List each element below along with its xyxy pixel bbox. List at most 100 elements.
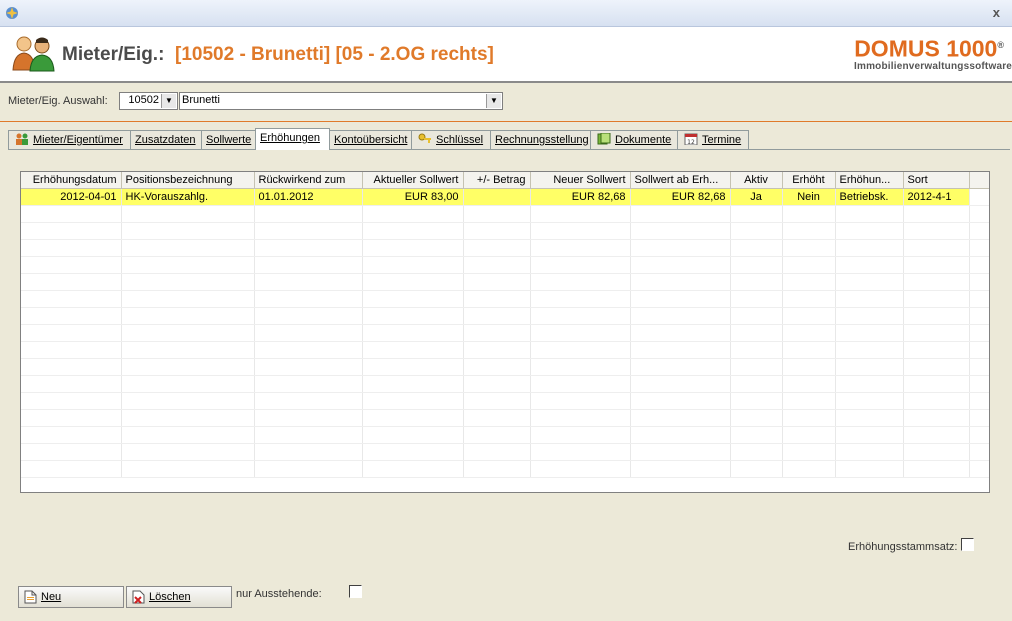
- empty-cell: [630, 239, 731, 257]
- cell-target-from[interactable]: EUR 82,68: [630, 188, 731, 206]
- tab-erhoehungen[interactable]: Erhöhungen: [255, 128, 330, 150]
- cell-raised[interactable]: Nein: [782, 188, 836, 206]
- pending-only-checkbox[interactable]: [349, 585, 362, 598]
- empty-cell: [630, 324, 731, 342]
- column-header[interactable]: Aktueller Sollwert: [362, 172, 464, 189]
- empty-cell: [782, 222, 836, 240]
- empty-cell: [463, 443, 531, 461]
- empty-cell: [730, 426, 783, 444]
- column-header[interactable]: +/- Betrag: [463, 172, 531, 189]
- column-header[interactable]: Erhöhungsdatum: [21, 172, 122, 189]
- empty-cell: [21, 307, 122, 325]
- column-header[interactable]: Aktiv: [730, 172, 783, 189]
- empty-cell: [463, 273, 531, 291]
- close-icon[interactable]: x: [993, 5, 1000, 20]
- table-row[interactable]: 2012-04-01 HK-Vorauszahlg. 01.01.2012 EU…: [21, 188, 989, 206]
- tab-termine[interactable]: 12 Termine: [677, 130, 749, 149]
- new-document-icon: [24, 590, 37, 604]
- empty-cell: [463, 375, 531, 393]
- empty-cell: [254, 256, 363, 274]
- delete-button[interactable]: Löschen: [126, 586, 232, 608]
- empty-cell: [463, 341, 531, 359]
- cell-date[interactable]: 2012-04-01: [21, 188, 122, 206]
- tab-schluessel[interactable]: Schlüssel: [411, 130, 491, 149]
- tab-dokumente[interactable]: Dokumente: [590, 130, 678, 149]
- empty-cell: [530, 307, 631, 325]
- tab-zusatzdaten[interactable]: Zusatzdaten: [130, 130, 202, 149]
- table-row-empty: [21, 392, 989, 410]
- cell-increase-type[interactable]: Betriebsk.: [835, 188, 904, 206]
- empty-cell: [835, 358, 904, 376]
- empty-cell: [730, 460, 783, 478]
- empty-cell: [21, 443, 122, 461]
- cell-retroactive[interactable]: 01.01.2012: [254, 188, 363, 206]
- empty-cell: [121, 290, 255, 308]
- cell-sort[interactable]: 2012-4-1: [903, 188, 970, 206]
- column-header[interactable]: Sollwert ab Erh...: [630, 172, 731, 189]
- empty-cell: [254, 290, 363, 308]
- cell-delta[interactable]: [463, 188, 531, 206]
- empty-cell: [121, 256, 255, 274]
- empty-cell: [782, 290, 836, 308]
- tab-kontouebersicht[interactable]: Kontoübersicht: [329, 130, 412, 149]
- empty-cell: [782, 392, 836, 410]
- empty-cell: [630, 341, 731, 359]
- page-title-value: [10502 - Brunetti] [05 - 2.OG rechts]: [175, 44, 494, 65]
- empty-cell: [730, 358, 783, 376]
- delete-document-icon: [132, 590, 145, 604]
- empty-cell: [730, 222, 783, 240]
- empty-cell: [121, 426, 255, 444]
- calendar-icon: 12: [684, 133, 698, 145]
- table-row-empty: [21, 375, 989, 393]
- column-header[interactable]: Erhöhun...: [835, 172, 904, 189]
- logo-tagline: Immobilienverwaltungssoftware: [854, 60, 1012, 72]
- new-button[interactable]: Neu: [18, 586, 124, 608]
- empty-cell: [782, 358, 836, 376]
- cell-active[interactable]: Ja: [730, 188, 783, 206]
- empty-cell: [530, 443, 631, 461]
- column-header[interactable]: Sort: [903, 172, 970, 189]
- empty-cell: [630, 426, 731, 444]
- cell-position[interactable]: HK-Vorauszahlg.: [121, 188, 255, 206]
- empty-cell: [969, 460, 989, 478]
- empty-cell: [969, 256, 989, 274]
- table-row-empty: [21, 358, 989, 376]
- tab-sollwerte[interactable]: Sollwerte: [201, 130, 256, 149]
- column-header[interactable]: Neuer Sollwert: [530, 172, 631, 189]
- tenant-id-combo[interactable]: 10502 ▼: [119, 92, 178, 110]
- empty-cell: [530, 341, 631, 359]
- column-header[interactable]: Rückwirkend zum: [254, 172, 363, 189]
- empty-cell: [463, 409, 531, 427]
- empty-cell: [362, 460, 464, 478]
- empty-cell: [463, 358, 531, 376]
- column-header[interactable]: Positionsbezeichnung: [121, 172, 255, 189]
- empty-cell: [782, 205, 836, 223]
- empty-cell: [730, 392, 783, 410]
- empty-cell: [730, 375, 783, 393]
- tab-rechnungsstellung[interactable]: Rechnungsstellung: [490, 130, 591, 149]
- chevron-down-icon[interactable]: ▼: [161, 94, 176, 108]
- empty-cell: [969, 205, 989, 223]
- empty-cell: [782, 324, 836, 342]
- column-header[interactable]: Erhöht: [782, 172, 836, 189]
- table-row-empty: [21, 239, 989, 257]
- tenant-name-combo[interactable]: Brunetti ▼: [179, 92, 503, 110]
- tab-mieter-eigentuemer[interactable]: Mieter/Eigentümer: [8, 130, 131, 149]
- empty-cell: [782, 307, 836, 325]
- empty-cell: [630, 256, 731, 274]
- table-row-empty: [21, 307, 989, 325]
- stammsatz-checkbox[interactable]: [961, 538, 974, 551]
- chevron-down-icon[interactable]: ▼: [486, 94, 501, 108]
- empty-cell: [835, 256, 904, 274]
- empty-cell: [21, 222, 122, 240]
- logo-name: DOMUS 1000: [854, 35, 998, 62]
- cell-new-target[interactable]: EUR 82,68: [530, 188, 631, 206]
- cell-current-target[interactable]: EUR 83,00: [362, 188, 464, 206]
- empty-cell: [903, 290, 970, 308]
- window-titlebar: x: [0, 0, 1012, 27]
- empty-cell: [362, 324, 464, 342]
- pending-only-label: nur Ausstehende:: [236, 588, 322, 600]
- empty-cell: [782, 341, 836, 359]
- empty-cell: [362, 341, 464, 359]
- empty-cell: [362, 426, 464, 444]
